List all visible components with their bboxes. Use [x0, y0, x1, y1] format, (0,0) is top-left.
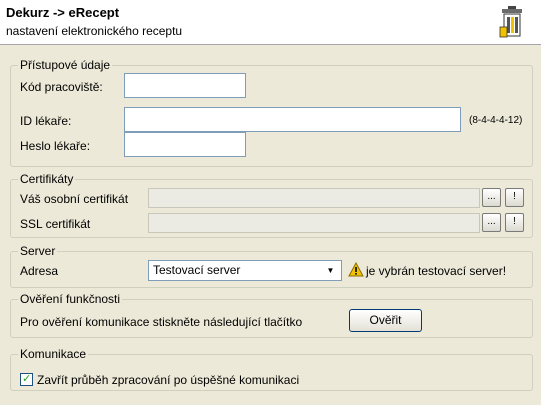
- page-subtitle: nastavení elektronického receptu: [6, 24, 183, 38]
- certificates-group-title: Certifikáty: [18, 172, 76, 186]
- server-group-title: Server: [18, 244, 58, 258]
- trash-bin-icon: [499, 6, 522, 38]
- access-group-title: Přístupové údaje: [18, 58, 113, 72]
- page-title: Dekurz -> eRecept: [6, 5, 120, 20]
- server-group: Server Adresa Testovací server ▼ je vybr…: [10, 244, 533, 288]
- doctor-id-format-hint: (8-4-4-4-12): [469, 115, 523, 126]
- verify-group: Ověření funkčnosti Pro ověření komunikac…: [10, 292, 533, 338]
- checkmark-icon: ✓: [22, 373, 32, 385]
- personal-certificate-browse-button[interactable]: ...: [482, 188, 501, 207]
- close-progress-checkbox[interactable]: ✓: [20, 373, 33, 386]
- ssl-certificate-info-button[interactable]: !: [505, 213, 524, 232]
- password-input[interactable]: [124, 132, 246, 157]
- verify-button[interactable]: Ověřit: [349, 309, 422, 332]
- test-server-warning: je vybrán testovací server!: [366, 264, 507, 278]
- communication-group-title: Komunikace: [18, 347, 89, 361]
- workplace-input[interactable]: [124, 73, 246, 98]
- personal-certificate-label: Váš osobní certifikát: [20, 192, 129, 206]
- verify-group-title: Ověření funkčnosti: [18, 292, 123, 306]
- certificates-group: Certifikáty Váš osobní certifikát ... ! …: [10, 172, 533, 238]
- access-group: Přístupové údaje Kód pracoviště: ID léka…: [10, 58, 533, 167]
- workplace-label: Kód pracoviště:: [20, 80, 103, 94]
- warning-icon: [348, 262, 364, 277]
- doctor-id-label: ID lékaře:: [20, 114, 72, 128]
- address-label: Adresa: [20, 264, 59, 278]
- doctor-id-input[interactable]: [124, 107, 461, 132]
- communication-group: Komunikace ✓ Zavřít průběh zpracování po…: [10, 347, 533, 391]
- close-progress-label[interactable]: Zavřít průběh zpracování po úspěšné komu…: [37, 373, 299, 387]
- password-label: Heslo lékaře:: [20, 139, 91, 153]
- ssl-certificate-field: [148, 213, 480, 233]
- ssl-certificate-label: SSL certifikát: [20, 217, 91, 231]
- header-panel: Dekurz -> eRecept nastavení elektronické…: [0, 0, 541, 45]
- ssl-certificate-browse-button[interactable]: ...: [482, 213, 501, 232]
- server-select-value: Testovací server: [153, 263, 241, 277]
- verify-instruction: Pro ověření komunikace stiskněte následu…: [20, 315, 303, 329]
- personal-certificate-info-button[interactable]: !: [505, 188, 524, 207]
- server-select[interactable]: Testovací server ▼: [148, 260, 342, 281]
- personal-certificate-field: [148, 188, 480, 208]
- chevron-down-icon[interactable]: ▼: [322, 262, 339, 279]
